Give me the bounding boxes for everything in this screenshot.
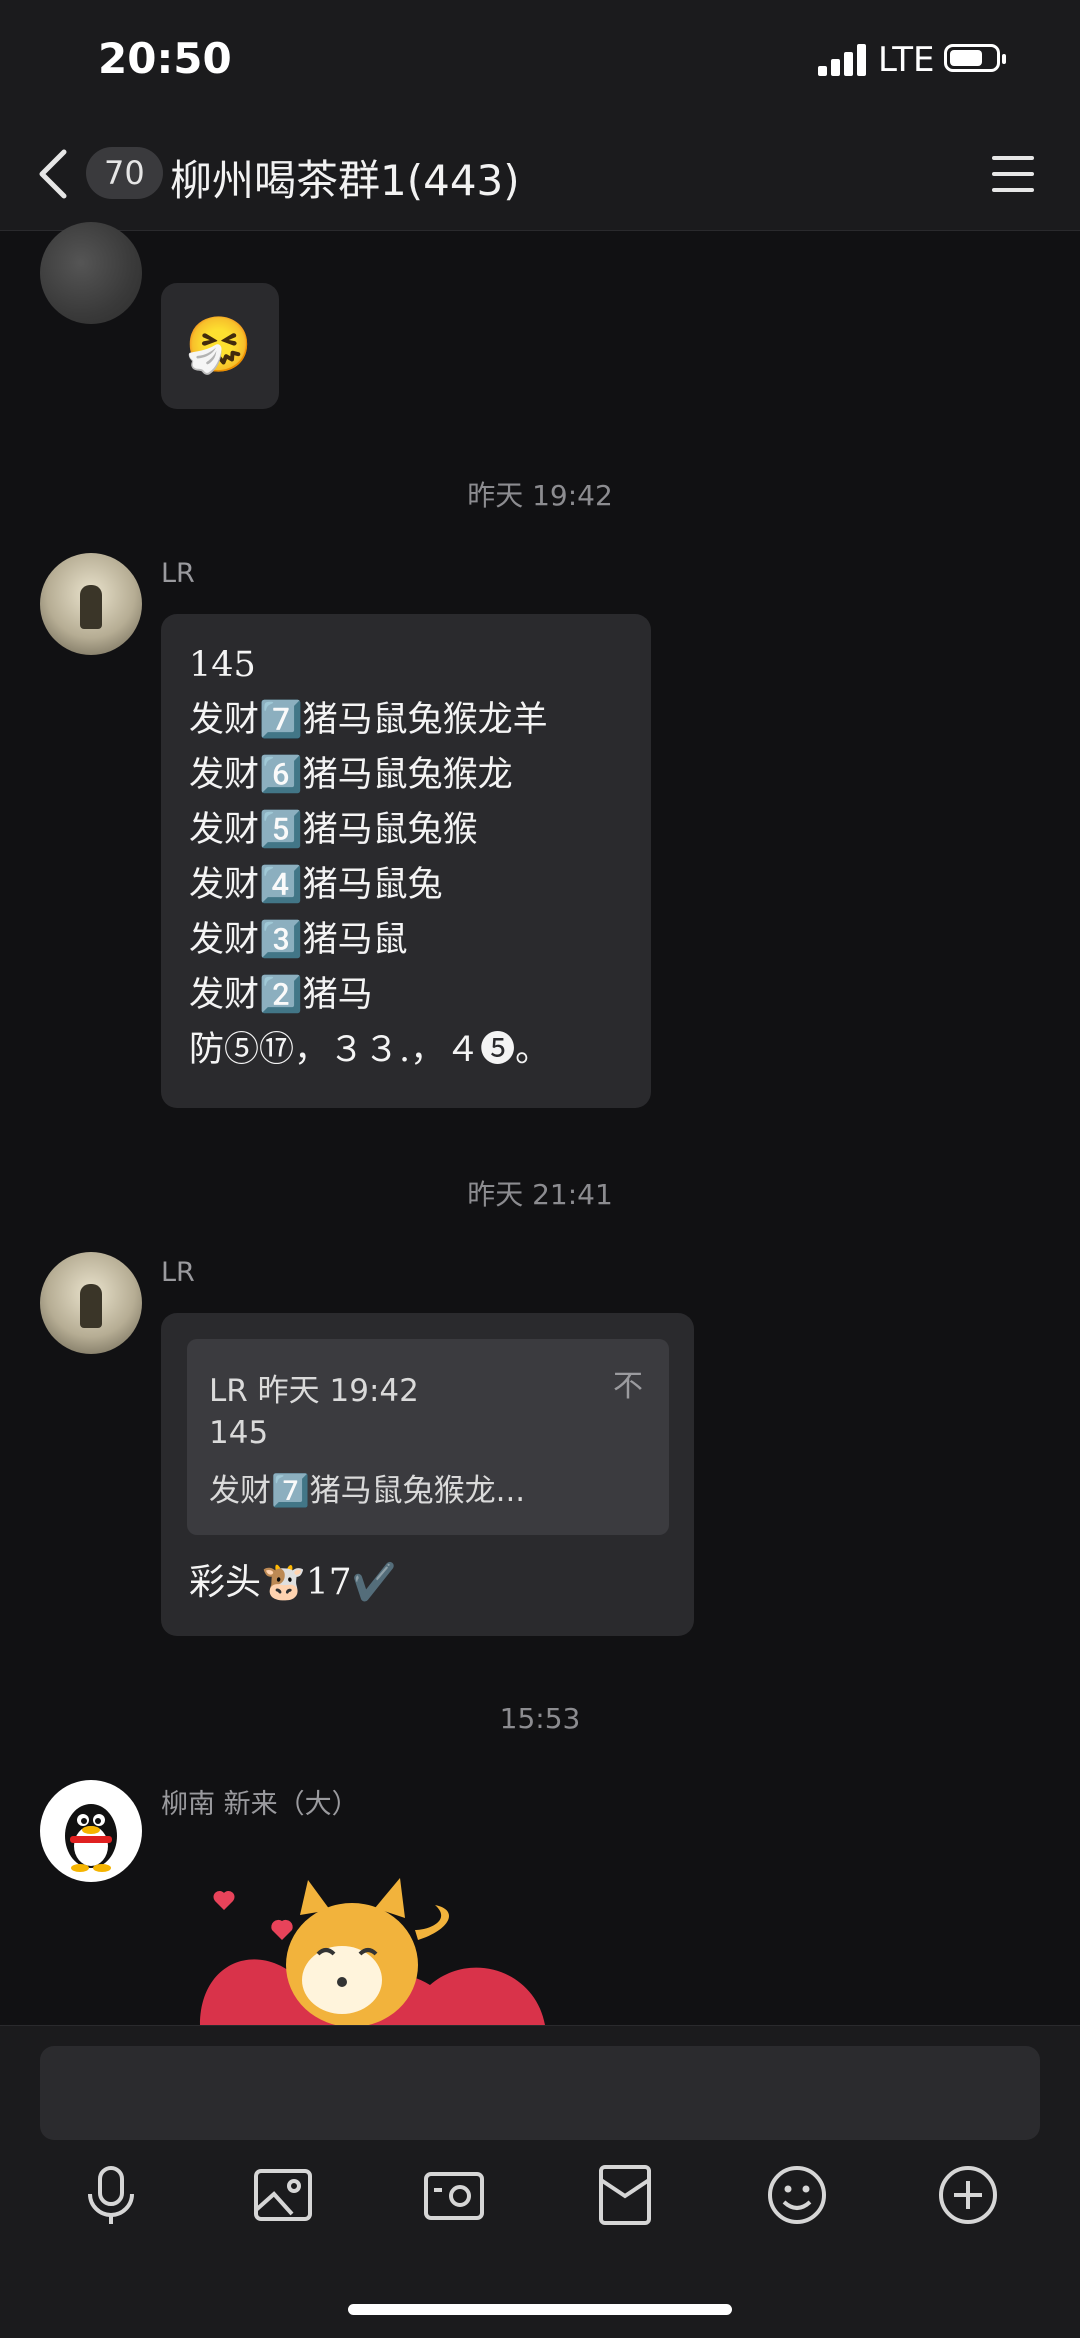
- message-bubble[interactable]: 145 发财7️⃣猪马鼠兔猴龙羊 发财6️⃣猪马鼠兔猴龙 发财5️⃣猪马鼠兔猴 …: [161, 614, 651, 1108]
- emoji-message-bubble[interactable]: 🤧: [161, 283, 279, 409]
- avatar[interactable]: [40, 222, 142, 324]
- sender-name: LR: [161, 1257, 195, 1288]
- home-indicator[interactable]: [348, 2304, 732, 2315]
- network-label: LTE: [878, 40, 935, 80]
- reply-text: 彩头🐮17✔️: [189, 1562, 397, 1603]
- battery-icon: [944, 44, 1006, 72]
- avatar[interactable]: [40, 1780, 142, 1882]
- reply-message-bubble[interactable]: LR 昨天 19:42 145 发财7️⃣猪马鼠兔猴龙... 不 彩头🐮17✔️: [161, 1313, 694, 1636]
- chat-title: 柳州喝茶群1(443): [170, 156, 520, 205]
- signal-icon: [818, 44, 868, 76]
- penguin-avatar-icon: [65, 1804, 117, 1872]
- status-time: 20:50: [98, 34, 232, 83]
- quote-line: 145: [209, 1415, 269, 1451]
- message-line: 发财6️⃣猪马鼠兔猴龙: [189, 755, 513, 795]
- image-icon[interactable]: [250, 2162, 316, 2228]
- chat-header: 70 柳州喝茶群1(443): [0, 120, 1080, 231]
- quote-line: 发财7️⃣猪马鼠兔猴龙...: [209, 1473, 526, 1509]
- sender-name: 柳南 新来（大）: [161, 1789, 359, 1820]
- emoji-content: 🤧: [185, 313, 253, 376]
- avatar[interactable]: [40, 553, 142, 655]
- message-line: 发财3️⃣猪马鼠: [189, 920, 408, 960]
- quote-header: LR 昨天 19:42: [209, 1373, 419, 1409]
- message-line: 发财4️⃣猪马鼠兔: [189, 865, 443, 905]
- input-area: [0, 2025, 1080, 2338]
- message-line: 发财5️⃣猪马鼠兔猴: [189, 810, 478, 850]
- timestamp: 昨天 19:42: [467, 479, 613, 512]
- microphone-icon[interactable]: [78, 2162, 144, 2228]
- quote-pin-label: 不: [613, 1369, 643, 1404]
- avatar[interactable]: [40, 1252, 142, 1354]
- quoted-message[interactable]: LR 昨天 19:42 145 发财7️⃣猪马鼠兔猴龙... 不: [187, 1339, 669, 1535]
- emoji-icon[interactable]: [764, 2162, 830, 2228]
- message-input[interactable]: [40, 2046, 1040, 2140]
- red-packet-icon[interactable]: [592, 2162, 658, 2228]
- unread-count-badge[interactable]: 70: [86, 147, 163, 199]
- sticker-image[interactable]: [190, 1870, 550, 2025]
- back-arrow-icon[interactable]: [34, 146, 74, 202]
- message-line: 防⑤⑰，３３.，４❺。: [189, 1030, 551, 1070]
- message-line: 发财2️⃣猪马: [189, 975, 373, 1015]
- message-line: 发财7️⃣猪马鼠兔猴龙羊: [189, 700, 548, 740]
- message-line: 145: [189, 645, 256, 685]
- sender-name: LR: [161, 558, 195, 589]
- timestamp: 昨天 21:41: [467, 1178, 613, 1211]
- menu-icon[interactable]: [992, 154, 1034, 194]
- plus-icon[interactable]: [935, 2162, 1001, 2228]
- timestamp: 15:53: [499, 1702, 581, 1735]
- status-bar: 20:50 LTE: [0, 0, 1080, 120]
- camera-icon[interactable]: [421, 2162, 487, 2228]
